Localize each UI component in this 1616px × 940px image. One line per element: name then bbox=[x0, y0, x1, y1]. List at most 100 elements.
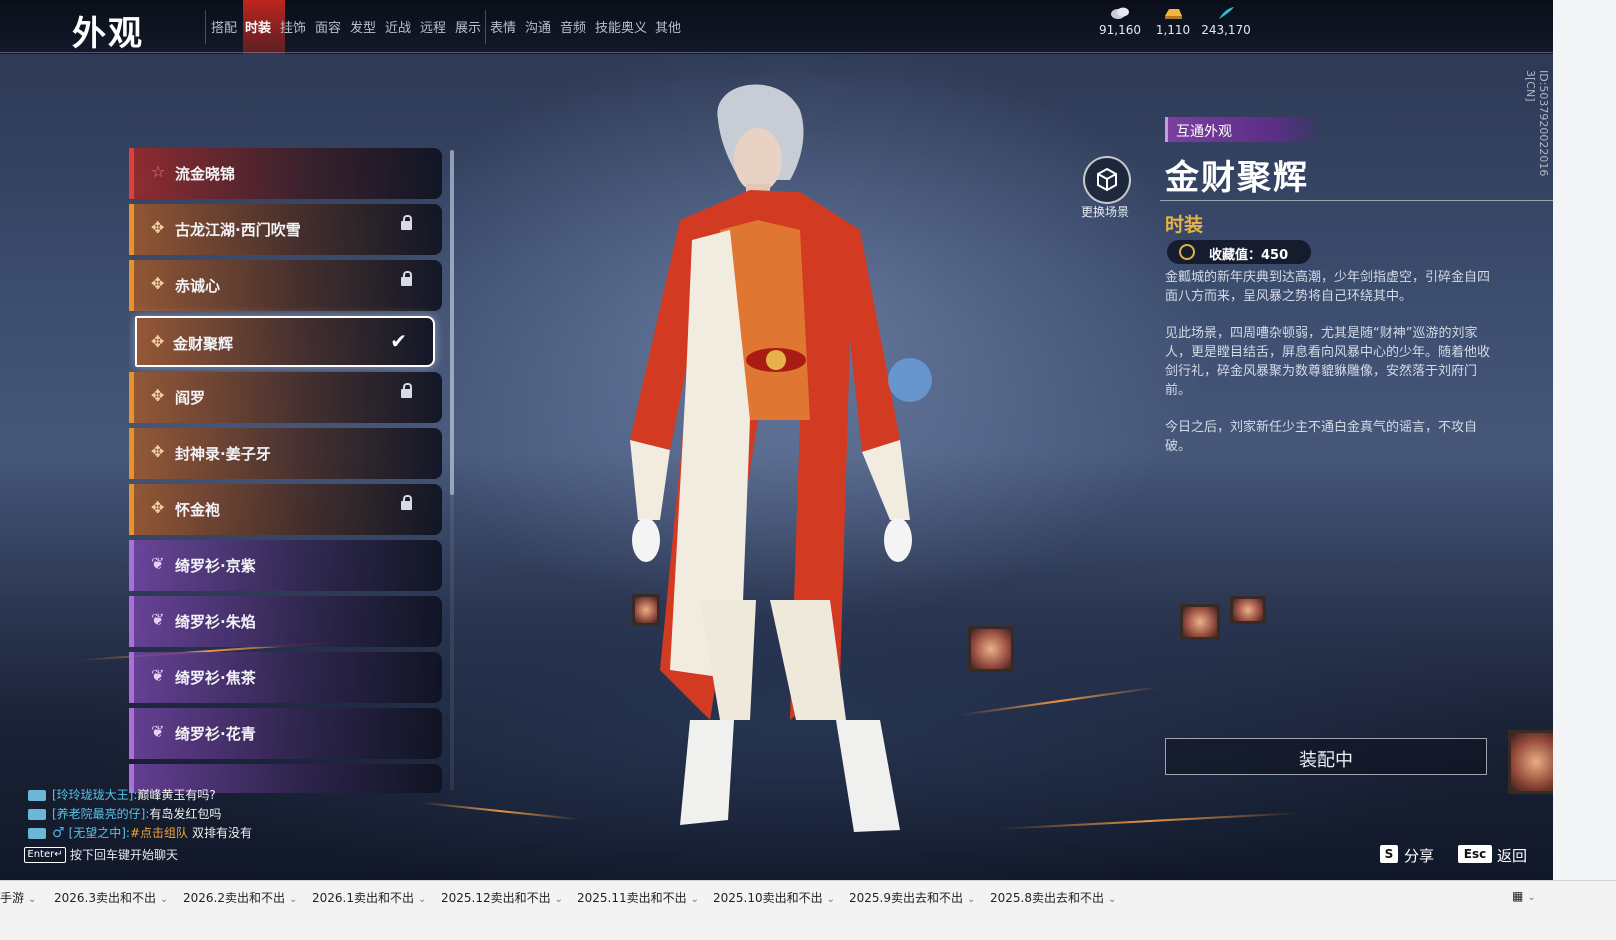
rarity-flower-icon: ❦ bbox=[151, 554, 165, 573]
background-window-edge bbox=[1553, 0, 1616, 905]
tab-skill-ultimate[interactable]: 技能奥义 bbox=[595, 17, 647, 36]
list-item[interactable]: ❦ 绮罗衫·焦茶 bbox=[129, 652, 442, 703]
chat-channel-icon bbox=[28, 828, 46, 839]
lantern bbox=[1230, 596, 1266, 624]
list-item-selected[interactable]: ✥ 金财聚辉 ✔ bbox=[135, 316, 435, 367]
share-label[interactable]: 分享 bbox=[1404, 845, 1434, 866]
sheet-tab-label: 2026.1卖出和不出 bbox=[312, 891, 414, 905]
lock-icon bbox=[401, 215, 412, 230]
rarity-bar bbox=[129, 652, 134, 703]
tab-display[interactable]: 展示 bbox=[455, 17, 481, 36]
chat-channel-icon bbox=[28, 790, 46, 801]
ground-glow bbox=[960, 686, 1160, 716]
chevron-down-icon: ⌄ bbox=[554, 894, 564, 905]
chat-sender: [无望之中]: bbox=[68, 826, 130, 840]
rarity-bar bbox=[129, 148, 134, 199]
lock-icon bbox=[401, 271, 412, 286]
page-title: 外观 bbox=[72, 14, 144, 54]
enter-key-icon: Enter↵ bbox=[24, 847, 66, 863]
sheet-tab[interactable]: 2025.9卖出去和不出 ⌄ bbox=[849, 889, 975, 906]
tab-communication[interactable]: 沟通 bbox=[525, 17, 551, 36]
rarity-flower-icon: ❦ bbox=[151, 666, 165, 685]
character-model[interactable] bbox=[600, 80, 960, 850]
tag-label: 互通外观 bbox=[1176, 124, 1232, 140]
grid-icon: ▦ bbox=[1512, 889, 1524, 903]
list-item[interactable]: ☆ 流金晓锦 bbox=[129, 148, 442, 199]
sheet-tab-label: 2025.10卖出和不出 bbox=[713, 891, 823, 905]
item-name: 封神录·姜子牙 bbox=[175, 445, 271, 463]
chat-text: 巅峰黄玉有吗? bbox=[137, 788, 216, 802]
sheet-tab-bar: 手游 ⌄ 2026.3卖出和不出 ⌄ 2026.2卖出和不出 ⌄ 2026.1卖出和不… bbox=[0, 880, 1616, 940]
rarity-flower-icon: ❦ bbox=[151, 722, 165, 741]
item-name: 流金晓锦 bbox=[175, 165, 236, 183]
rarity-bar bbox=[129, 540, 134, 591]
item-name: 绮罗衫·花青 bbox=[175, 725, 256, 743]
list-item[interactable]: ✥ 赤诚心 bbox=[129, 260, 442, 311]
game-viewport: 外观 搭配 时装 挂饰 面容 发型 近战 远程 展示 表情 沟通 音频 技能奥义… bbox=[0, 0, 1600, 905]
list-item[interactable]: ✥ 怀金袍 bbox=[129, 484, 442, 535]
change-scene-label: 更换场景 bbox=[1080, 205, 1129, 219]
list-scrollbar[interactable] bbox=[450, 150, 454, 495]
lantern bbox=[1180, 604, 1220, 640]
description-paragraph: 金瓤城的新年庆典到达高潮，少年剑指虚空，引碎金自四面八方而来，呈风暴之势将自己环… bbox=[1165, 270, 1491, 304]
item-name: 古龙江湖·西门吹雪 bbox=[175, 221, 301, 239]
chat-message[interactable]: ♂ [无望之中]:#点击组队 双排有没有 bbox=[28, 824, 252, 841]
tab-hair[interactable]: 发型 bbox=[350, 17, 376, 36]
rarity-flower-icon: ✥ bbox=[151, 218, 165, 237]
equip-button[interactable]: 装配中 bbox=[1165, 738, 1487, 775]
escape-key[interactable]: Esc bbox=[1458, 845, 1492, 863]
sheet-tab[interactable]: 2026.3卖出和不出 ⌄ bbox=[54, 889, 168, 906]
rarity-flower-icon: ✥ bbox=[151, 274, 165, 293]
list-item[interactable]: ✥ 封神录·姜子牙 bbox=[129, 428, 442, 479]
list-item[interactable]: ✥ 阎罗 bbox=[129, 372, 442, 423]
top-bar-divider bbox=[0, 52, 1600, 53]
sheet-tab[interactable]: 2025.11卖出和不出 ⌄ bbox=[577, 889, 699, 906]
feather-icon bbox=[1219, 7, 1234, 19]
sheet-tab[interactable]: 2026.1卖出和不出 ⌄ bbox=[312, 889, 426, 906]
list-item[interactable]: ❦ 绮罗衫·花青 bbox=[129, 708, 442, 759]
rarity-bar bbox=[129, 372, 134, 423]
share-key[interactable]: S bbox=[1380, 845, 1398, 863]
tab-other[interactable]: 其他 bbox=[655, 17, 681, 36]
coin-icon bbox=[1111, 7, 1129, 19]
tab-emote[interactable]: 表情 bbox=[490, 17, 516, 36]
tab-audio[interactable]: 音频 bbox=[560, 17, 586, 36]
tab-fashion[interactable]: 时装 bbox=[245, 17, 271, 36]
lock-icon bbox=[401, 495, 412, 510]
chat-text: 双排有没有 bbox=[192, 826, 253, 840]
tab-face[interactable]: 面容 bbox=[315, 17, 341, 36]
check-icon: ✔ bbox=[390, 329, 407, 353]
sheet-menu-button[interactable]: ▦ ⌄ bbox=[1512, 889, 1536, 903]
chat-message[interactable]: [玲玲珑珑大王]:巅峰黄玉有吗? bbox=[28, 786, 216, 803]
tab-accessory[interactable]: 挂饰 bbox=[280, 17, 306, 36]
lock-icon bbox=[401, 383, 412, 398]
chat-input-hint[interactable]: 按下回车键开始聊天 bbox=[70, 846, 178, 863]
list-item[interactable]: ❦ 绮罗衫·朱焰 bbox=[129, 596, 442, 647]
team-invite-link[interactable]: #点击组队 bbox=[130, 826, 188, 840]
outfit-category: 时装 bbox=[1165, 214, 1204, 236]
list-item[interactable]: ✥ 古龙江湖·西门吹雪 bbox=[129, 204, 442, 255]
sheet-tab[interactable]: 2025.10卖出和不出 ⌄ bbox=[713, 889, 835, 906]
sheet-tab[interactable]: 手游 ⌄ bbox=[0, 889, 36, 906]
chevron-down-icon: ⌄ bbox=[160, 894, 169, 905]
description-paragraph: 今日之后，刘家新任少主不通白金真气的谣言，不攻自破。 bbox=[1165, 420, 1478, 454]
sheet-tab-label: 2025.8卖出去和不出 bbox=[990, 891, 1104, 905]
sheet-tab[interactable]: 2025.8卖出去和不出 ⌄ bbox=[990, 889, 1116, 906]
tab-divider bbox=[205, 10, 206, 44]
change-scene-button[interactable] bbox=[1083, 156, 1131, 204]
list-item[interactable]: ❦ 绮罗衫·京紫 bbox=[129, 540, 442, 591]
back-label[interactable]: 返回 bbox=[1497, 845, 1527, 866]
collection-icon bbox=[1179, 244, 1195, 260]
ground-glow bbox=[1000, 812, 1300, 830]
sheet-tab[interactable]: 2026.2卖出和不出 ⌄ bbox=[183, 889, 297, 906]
tab-outfit-set[interactable]: 搭配 bbox=[211, 17, 237, 36]
item-name: 绮罗衫·朱焰 bbox=[175, 613, 256, 631]
chat-message[interactable]: [养老院最亮的仔]:有岛发红包吗 bbox=[28, 805, 221, 822]
item-name: 绮罗衫·京紫 bbox=[175, 557, 256, 575]
tab-melee[interactable]: 近战 bbox=[385, 17, 411, 36]
rarity-flower-icon: ✥ bbox=[151, 442, 165, 461]
item-name: 赤诚心 bbox=[175, 277, 221, 295]
outfit-list: ☆ 流金晓锦 ✥ 古龙江湖·西门吹雪 ✥ 赤诚心 ✥ 金财聚辉 ✔ ✥ 阎罗 ✥… bbox=[129, 148, 445, 793]
sheet-tab[interactable]: 2025.12卖出和不出 ⌄ bbox=[441, 889, 563, 906]
tab-ranged[interactable]: 远程 bbox=[420, 17, 446, 36]
